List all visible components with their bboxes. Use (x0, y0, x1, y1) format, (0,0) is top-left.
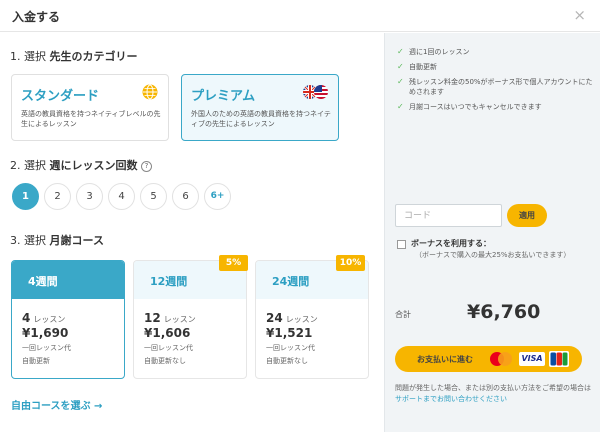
visa-icon: VISA (519, 352, 545, 366)
bonus-checkbox[interactable] (397, 240, 406, 249)
discount-badge: 5% (219, 255, 248, 271)
lesson-count-option[interactable]: 3 (76, 183, 103, 210)
course-price: ¥1,690 (22, 326, 69, 340)
summary-panel: ✓ 週に1回のレッスン ✓ 自動更新 ✓ 残レッスン料金の50%がボーナス形で個人アカ… (384, 33, 600, 432)
lesson-count-option[interactable]: 4 (108, 183, 135, 210)
pay-button-label: お支払いに進む (417, 355, 473, 364)
course-price: ¥1,521 (266, 326, 313, 340)
check-icon: ✓ (397, 47, 404, 56)
selection-panel: 1. 選択 先生のカテゴリー スタンダード 英語の教員資格を持つネイティブレベル… (0, 33, 384, 432)
course-header: 4週間 (12, 261, 124, 299)
section-frequency-label: 2. 選択 週にレッスン回数 ? (10, 157, 152, 173)
total-amount: ¥6,760 (467, 301, 541, 323)
lesson-count-option[interactable]: 1 (12, 183, 39, 210)
bonus-label: ボーナスを利用する： (411, 239, 491, 248)
proceed-to-payment-button[interactable]: お支払いに進む VISA (395, 346, 582, 372)
course-card-4-weeks[interactable]: 4週間 4 レッスン ¥1,690 一回レッスン代 自動更新 (11, 260, 125, 379)
section-category-label: 1. 選択 先生のカテゴリー (10, 50, 138, 63)
course-name: 12週間 (150, 275, 188, 288)
lesson-count-option[interactable]: 6 (172, 183, 199, 210)
category-premium-title: プレミアム (191, 89, 256, 104)
benefit-item: ✓ 週に1回のレッスン (397, 47, 470, 56)
check-icon: ✓ (397, 77, 404, 86)
category-standard-title: スタンダード (21, 89, 100, 104)
benefit-item: ✓ 月謝コースはいつでもキャンセルできます (397, 102, 542, 111)
support-link[interactable]: サポートまでお問い合わせください (395, 395, 507, 403)
mastercard-icon (490, 352, 512, 366)
course-card-24-weeks[interactable]: 24週間 24 レッスン ¥1,521 一回レッスン代 自動更新なし (255, 260, 369, 379)
bonus-note: （ボーナスで購入の最大25%お支払いできます） (415, 251, 571, 259)
course-lessons: 24 レッスン (266, 311, 318, 325)
apply-coupon-button[interactable]: 適用 (507, 204, 547, 227)
course-name: 4週間 (28, 275, 58, 288)
help-icon[interactable]: ? (141, 161, 152, 172)
lesson-count-option[interactable]: 6+ (204, 183, 231, 210)
uk-us-flags-icon (303, 85, 328, 99)
discount-badge: 10% (336, 255, 365, 271)
benefit-item: ✓ 残レッスン料金の50%がボーナス形で個人アカウントにためされます (397, 77, 593, 96)
jcb-icon (549, 351, 569, 367)
free-course-link[interactable]: 自由コースを選ぶ → (11, 397, 102, 412)
course-price-unit: 一回レッスン代 (144, 344, 193, 352)
check-icon: ✓ (397, 102, 404, 111)
check-icon: ✓ (397, 62, 404, 71)
total-label: 合計 (395, 310, 411, 319)
section-course-label: 3. 選択 月謝コース (10, 234, 104, 247)
support-note: 問題が発生した場合、または別の支払い方法をご希望の場合は サポートまでお問い合わ… (395, 384, 591, 403)
lesson-count-option[interactable]: 2 (44, 183, 71, 210)
course-name: 24週間 (272, 275, 310, 288)
course-lessons: 12 レッスン (144, 311, 196, 325)
category-standard-card[interactable]: スタンダード 英語の教員資格を持つネイティブレベルの先生によるレッスン (11, 74, 169, 141)
course-price-unit: 一回レッスン代 (266, 344, 315, 352)
category-premium-card[interactable]: プレミアム 外国人のための英語の教員資格を持つネイティブの先生によるレッスン (181, 74, 339, 141)
course-renewal: 自動更新なし (266, 357, 308, 365)
course-price: ¥1,606 (144, 326, 191, 340)
category-standard-desc: 英語の教員資格を持つネイティブレベルの先生によるレッスン (21, 110, 161, 128)
course-card-12-weeks[interactable]: 12週間 12 レッスン ¥1,606 一回レッスン代 自動更新なし (133, 260, 247, 379)
course-price-unit: 一回レッスン代 (22, 344, 71, 352)
globe-icon (142, 84, 158, 100)
course-renewal: 自動更新 (22, 357, 50, 365)
category-premium-desc: 外国人のための英語の教員資格を持つネイティブの先生によるレッスン (191, 110, 331, 128)
modal-title: 入金する (12, 10, 61, 24)
close-icon[interactable]: × (573, 6, 586, 24)
coupon-code-input[interactable] (395, 204, 502, 227)
modal-header: 入金する × (0, 0, 600, 32)
course-lessons: 4 レッスン (22, 311, 66, 325)
course-renewal: 自動更新なし (144, 357, 186, 365)
benefits-list: ✓ 週に1回のレッスン ✓ 自動更新 ✓ 残レッスン料金の50%がボーナス形で個人アカ… (397, 47, 593, 117)
lesson-count-option[interactable]: 5 (140, 183, 167, 210)
benefit-item: ✓ 自動更新 (397, 62, 437, 71)
